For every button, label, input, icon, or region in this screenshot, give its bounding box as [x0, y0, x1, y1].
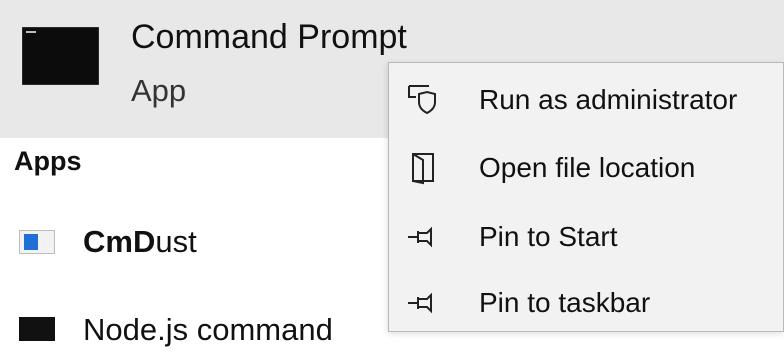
- folder-icon: [405, 151, 445, 185]
- menu-item-label: Run as administrator: [479, 84, 738, 115]
- best-match-subtitle: App: [131, 73, 187, 108]
- menu-item-open-file-location[interactable]: Open file location: [389, 135, 783, 201]
- menu-item-label: Open file location: [479, 152, 696, 183]
- menu-item-pin-to-taskbar[interactable]: Pin to taskbar: [389, 270, 783, 336]
- pin-icon: [405, 286, 445, 320]
- apps-section-header: Apps: [14, 146, 82, 176]
- menu-item-label: Pin to taskbar: [479, 287, 651, 318]
- list-item-label: CmDust: [83, 222, 197, 262]
- menu-item-pin-to-start[interactable]: Pin to Start: [389, 204, 783, 270]
- pin-icon: [405, 220, 445, 254]
- best-match-title: Command Prompt: [131, 18, 407, 56]
- list-item-label: Node.js command: [83, 312, 333, 347]
- menu-item-label: Pin to Start: [479, 221, 618, 252]
- command-prompt-icon: [22, 27, 99, 85]
- context-menu: Run as administrator Open file location …: [388, 62, 784, 332]
- menu-item-run-as-administrator[interactable]: Run as administrator: [389, 67, 783, 133]
- list-item-cmdust[interactable]: CmDust: [0, 212, 390, 272]
- cmdust-app-icon: [19, 230, 55, 254]
- shield-icon: [405, 83, 445, 117]
- label-match-highlight: CmD: [83, 224, 156, 259]
- list-item-nodejs-command[interactable]: Node.js command: [0, 300, 390, 360]
- label-remainder: ust: [155, 224, 197, 259]
- nodejs-command-icon: [19, 317, 55, 341]
